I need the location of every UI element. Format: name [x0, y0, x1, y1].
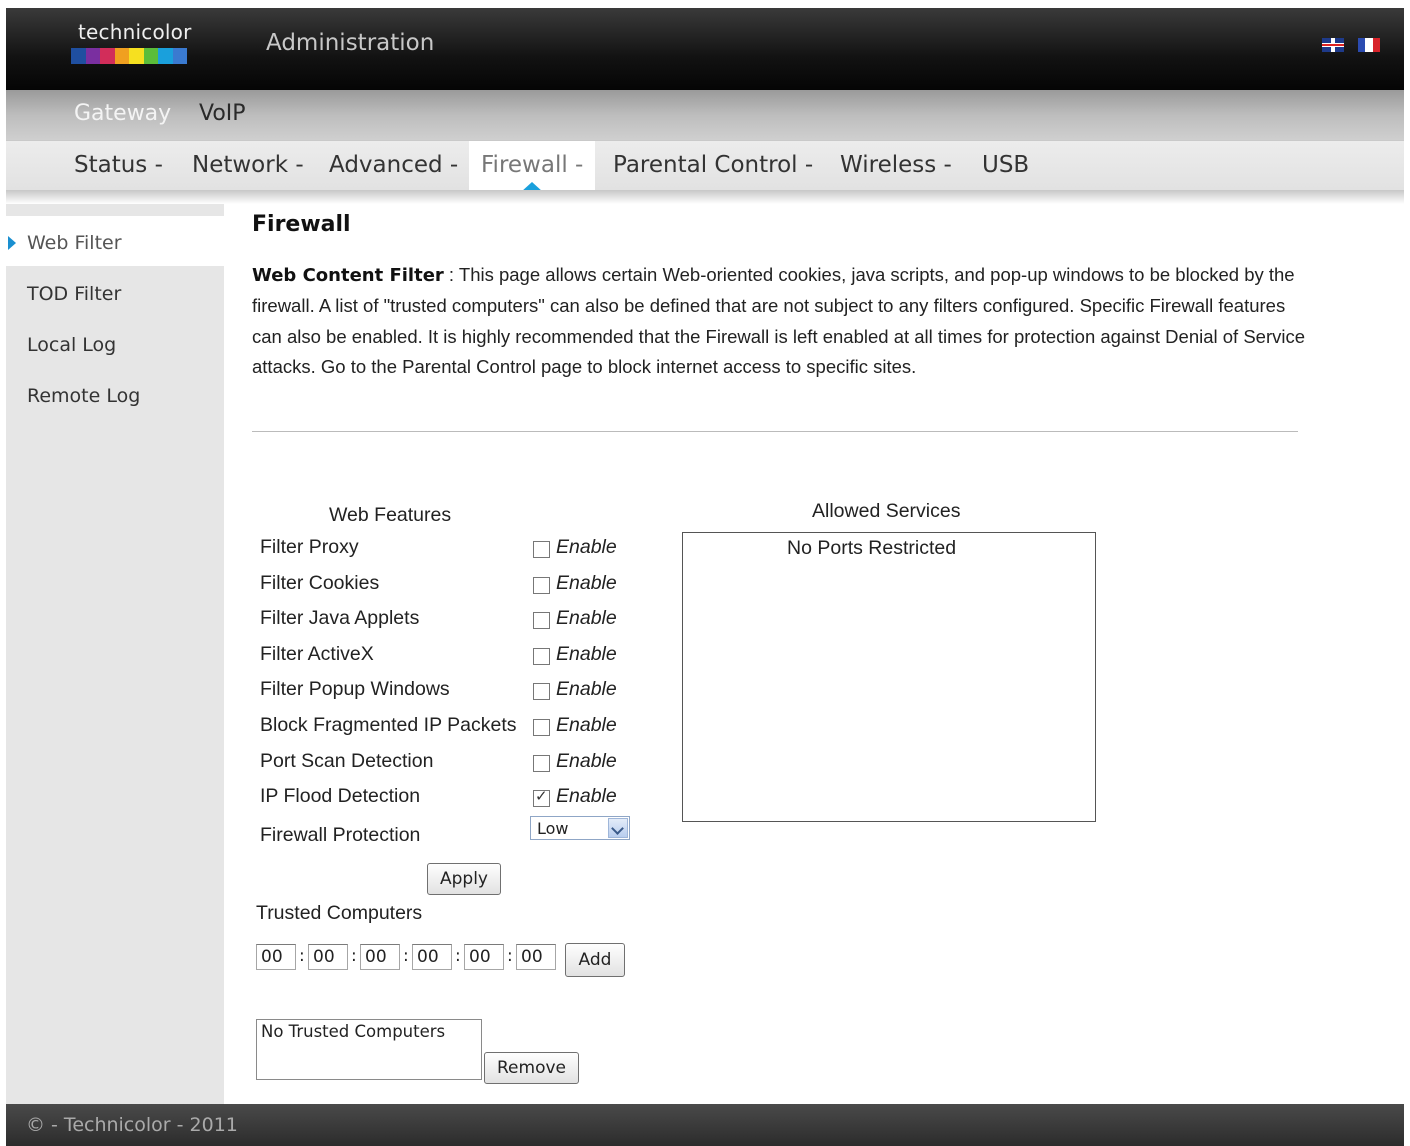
- feature-enable-checkbox[interactable]: [533, 612, 550, 630]
- page-header-title: Administration: [266, 30, 435, 56]
- sub-navigation: Gateway VoIP: [6, 90, 1404, 140]
- mac-octet-input[interactable]: 00: [360, 944, 400, 970]
- enable-label: Enable: [556, 642, 617, 665]
- france-flag-icon[interactable]: [1358, 38, 1380, 52]
- feature-enable-checkbox[interactable]: [533, 754, 550, 772]
- logo-color-segment: [129, 48, 144, 64]
- nav-firewall[interactable]: Firewall -: [469, 141, 596, 192]
- nav-usb[interactable]: USB: [982, 152, 1029, 178]
- enable-label: Enable: [556, 678, 617, 701]
- page: technicolor Administration Gateway VoIP …: [6, 8, 1404, 1146]
- mac-octet-input[interactable]: 00: [464, 944, 504, 970]
- nav-advanced[interactable]: Advanced -: [329, 152, 458, 178]
- mac-octet-input[interactable]: 00: [256, 944, 296, 970]
- sidebar-item-label: Local Log: [27, 334, 117, 356]
- add-button[interactable]: Add: [565, 943, 625, 977]
- feature-enable-checkbox[interactable]: [533, 576, 550, 594]
- subnav-voip[interactable]: VoIP: [199, 101, 246, 126]
- feature-label: Filter Cookies: [260, 571, 380, 594]
- trusted-computers-list[interactable]: No Trusted Computers: [256, 1019, 482, 1080]
- description-label: Web Content Filter: [252, 265, 444, 286]
- sidebar-item-web-filter[interactable]: Web Filter: [6, 216, 224, 266]
- logo-color-segment: [172, 48, 187, 64]
- firewall-protection-label: Firewall Protection: [260, 824, 421, 846]
- feature-label: Filter Popup Windows: [260, 678, 450, 701]
- mac-octet-input[interactable]: 00: [516, 944, 556, 970]
- feature-label: Port Scan Detection: [260, 749, 434, 772]
- enable-label: Enable: [556, 571, 617, 594]
- allowed-services-title: Allowed Services: [812, 500, 961, 522]
- firewall-protection-value: Low: [537, 819, 569, 838]
- sidebar-item-remote-log[interactable]: Remote Log: [6, 369, 224, 419]
- logo-color-segment: [100, 48, 115, 64]
- top-header: technicolor Administration: [6, 8, 1404, 90]
- logo-color-segment: [85, 48, 100, 64]
- sidebar: Web Filter TOD Filter Local Log Remote L…: [6, 204, 224, 1104]
- uk-flag-icon[interactable]: [1322, 38, 1344, 52]
- feature-enable-checkbox[interactable]: [533, 719, 550, 736]
- feature-enable-checkbox[interactable]: [533, 647, 550, 665]
- firewall-protection-select[interactable]: Low: [530, 816, 630, 840]
- feature-enable-checkbox[interactable]: [533, 787, 550, 808]
- enable-label: Enable: [556, 607, 617, 630]
- web-features-title: Web Features: [329, 504, 452, 526]
- logo-color-segment: [158, 48, 173, 64]
- mac-separator: :: [455, 946, 461, 966]
- trusted-computers-title: Trusted Computers: [256, 902, 423, 924]
- remove-button[interactable]: Remove: [484, 1052, 579, 1084]
- feature-enable-checkbox[interactable]: [533, 683, 550, 701]
- feature-label: IP Flood Detection: [260, 785, 421, 808]
- sidebar-item-label: TOD Filter: [27, 283, 122, 305]
- enable-label: Enable: [556, 536, 617, 558]
- trusted-computers-list-item: No Trusted Computers: [261, 1022, 446, 1041]
- nav-firewall-label: Firewall -: [481, 152, 584, 178]
- description-separator: :: [443, 264, 459, 285]
- mac-octet-input[interactable]: 00: [412, 944, 452, 970]
- allowed-services-list[interactable]: No Ports Restricted: [682, 532, 1096, 822]
- nav-parental-control[interactable]: Parental Control -: [613, 152, 813, 178]
- nav-shadow: [6, 190, 1404, 204]
- logo-color-segment: [143, 48, 158, 64]
- logo-color-bar: [71, 48, 187, 64]
- footer: © - Technicolor - 2011: [6, 1104, 1404, 1146]
- mac-separator: :: [403, 946, 409, 966]
- enable-label: Enable: [556, 714, 617, 736]
- nav-network[interactable]: Network -: [192, 152, 304, 178]
- sidebar-item-local-log[interactable]: Local Log: [6, 318, 224, 368]
- subnav-gateway[interactable]: Gateway: [74, 101, 171, 126]
- enable-label: Enable: [556, 749, 617, 772]
- logo-color-segment: [114, 48, 129, 64]
- feature-label: Filter ActiveX: [260, 642, 374, 665]
- mac-separator: :: [299, 946, 305, 966]
- nav-status[interactable]: Status -: [74, 152, 163, 178]
- page-title: Firewall: [252, 212, 351, 237]
- mac-separator: :: [351, 946, 357, 966]
- sidebar-item-label: Web Filter: [27, 232, 122, 254]
- mac-octet-input[interactable]: 00: [308, 944, 348, 970]
- feature-enable-checkbox[interactable]: [533, 541, 550, 558]
- sidebar-item-tod-filter[interactable]: TOD Filter: [6, 267, 224, 317]
- allowed-services-item: No Ports Restricted: [787, 537, 957, 559]
- page-description: Web Content Filter : This page allows ce…: [252, 260, 1312, 382]
- main-navigation: Status - Network - Advanced - Firewall -…: [6, 140, 1404, 192]
- apply-button[interactable]: Apply: [427, 863, 501, 895]
- chevron-down-icon[interactable]: [608, 818, 628, 838]
- mac-separator: :: [507, 946, 513, 966]
- language-flags: [1322, 38, 1380, 52]
- active-arrow-icon: [8, 236, 16, 250]
- nav-wireless[interactable]: Wireless -: [840, 152, 952, 178]
- logo-color-segment: [71, 48, 86, 64]
- feature-label: Block Fragmented IP Packets: [260, 714, 517, 736]
- feature-label: Filter Proxy: [260, 536, 359, 558]
- logo-text: technicolor: [78, 20, 192, 44]
- enable-label: Enable: [556, 785, 617, 808]
- sidebar-item-label: Remote Log: [27, 385, 141, 407]
- divider: [252, 431, 1298, 432]
- feature-label: Filter Java Applets: [260, 607, 420, 630]
